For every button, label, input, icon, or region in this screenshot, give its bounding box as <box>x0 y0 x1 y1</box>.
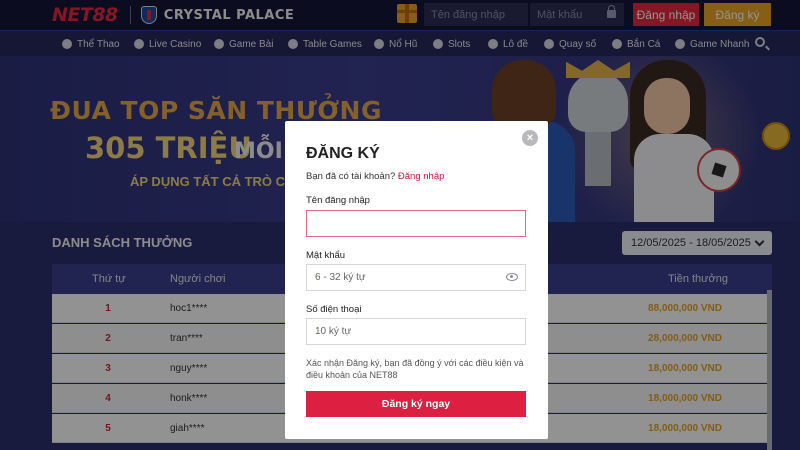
login-link[interactable]: Đăng nhập <box>398 171 444 182</box>
close-icon[interactable]: × <box>522 130 538 146</box>
has-account-text: Bạn đã có tài khoản? <box>306 171 396 182</box>
username-field[interactable] <box>306 210 526 237</box>
phone-placeholder: 10 ký tự <box>315 326 352 337</box>
username-label: Tên đăng nhập <box>306 195 370 206</box>
password-field[interactable]: 6 - 32 ký tự <box>306 264 526 291</box>
register-modal: × ĐĂNG KÝ Bạn đã có tài khoản? Đăng nhập… <box>285 121 548 439</box>
phone-field[interactable]: 10 ký tự <box>306 318 526 345</box>
terms-text: Xác nhận Đăng ký, bạn đã đồng ý với các … <box>306 358 524 380</box>
register-now-button[interactable]: Đăng ký ngay <box>306 391 526 417</box>
phone-label: Số điện thoại <box>306 304 362 315</box>
modal-title: ĐĂNG KÝ <box>306 145 380 162</box>
password-placeholder: 6 - 32 ký tự <box>315 272 366 283</box>
password-label: Mật khẩu <box>306 250 346 261</box>
eye-icon[interactable] <box>506 273 518 281</box>
modal-subtitle: Bạn đã có tài khoản? Đăng nhập <box>306 171 444 182</box>
